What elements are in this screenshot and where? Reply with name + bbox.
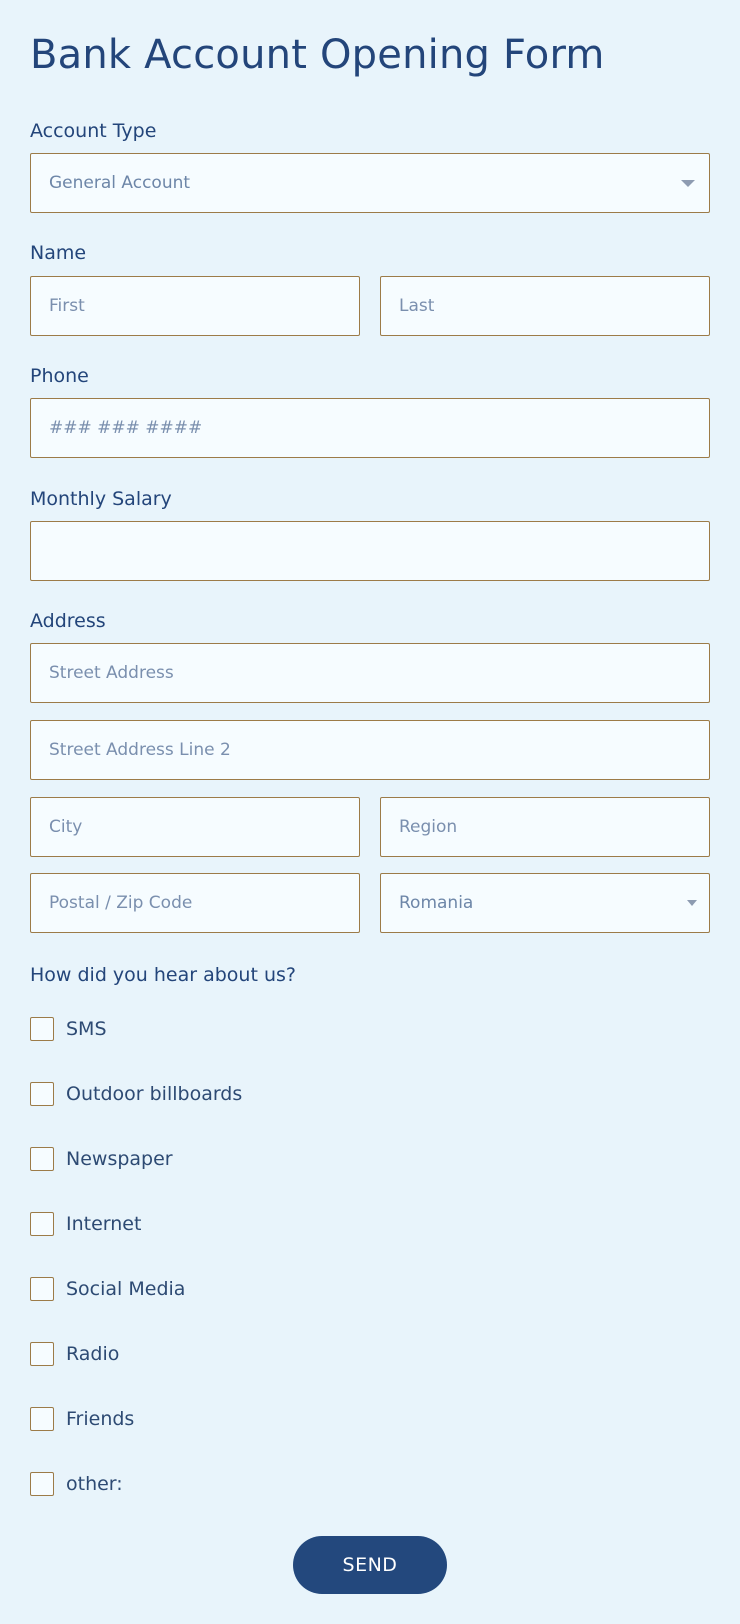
checkbox-label: Newspaper xyxy=(66,1148,173,1170)
checkbox[interactable] xyxy=(30,1277,54,1301)
phone-label: Phone xyxy=(30,365,89,387)
monthly-salary-label: Monthly Salary xyxy=(30,488,172,510)
checkbox-option-other[interactable]: other: xyxy=(30,1471,123,1497)
checkbox[interactable] xyxy=(30,1017,54,1041)
checkbox-option-sms[interactable]: SMS xyxy=(30,1016,107,1042)
monthly-salary-input[interactable] xyxy=(30,521,710,581)
checkbox[interactable] xyxy=(30,1082,54,1106)
checkbox-label: Outdoor billboards xyxy=(66,1083,243,1105)
checkbox[interactable] xyxy=(30,1472,54,1496)
account-type-value: General Account xyxy=(49,173,191,193)
checkbox-option-outdoor-billboards[interactable]: Outdoor billboards xyxy=(30,1081,242,1107)
street-address-input[interactable] xyxy=(30,643,710,703)
first-name-input[interactable] xyxy=(30,276,360,336)
city-input[interactable] xyxy=(30,797,360,857)
checkbox-label: Radio xyxy=(66,1343,120,1365)
country-select[interactable]: Romania xyxy=(380,873,710,933)
checkbox[interactable] xyxy=(30,1147,54,1171)
account-type-label: Account Type xyxy=(30,120,157,142)
checkbox-option-newspaper[interactable]: Newspaper xyxy=(30,1146,173,1172)
country-value: Romania xyxy=(399,893,474,913)
checkbox-option-social-media[interactable]: Social Media xyxy=(30,1276,185,1302)
caret-down-icon xyxy=(687,900,697,906)
checkbox[interactable] xyxy=(30,1407,54,1431)
checkbox-option-radio[interactable]: Radio xyxy=(30,1341,119,1367)
checkbox-label: other: xyxy=(66,1473,123,1495)
checkbox-label: Internet xyxy=(66,1213,142,1235)
checkbox-label: SMS xyxy=(66,1018,107,1040)
checkbox-label: Social Media xyxy=(66,1278,186,1300)
hear-about-label: How did you hear about us? xyxy=(30,964,296,986)
page-title: Bank Account Opening Form xyxy=(30,32,605,78)
region-input[interactable] xyxy=(380,797,710,857)
address-label: Address xyxy=(30,610,106,632)
checkbox[interactable] xyxy=(30,1212,54,1236)
checkbox[interactable] xyxy=(30,1342,54,1366)
send-button[interactable]: SEND xyxy=(293,1536,447,1594)
phone-input[interactable] xyxy=(30,398,710,458)
checkbox-label: Friends xyxy=(66,1408,135,1430)
last-name-input[interactable] xyxy=(380,276,710,336)
name-label: Name xyxy=(30,242,87,264)
postal-code-input[interactable] xyxy=(30,873,360,933)
checkbox-option-internet[interactable]: Internet xyxy=(30,1211,141,1237)
caret-down-icon xyxy=(681,180,695,187)
street-address-line2-input[interactable] xyxy=(30,720,710,780)
checkbox-option-friends[interactable]: Friends xyxy=(30,1406,134,1432)
account-type-select[interactable]: General Account xyxy=(30,153,710,213)
